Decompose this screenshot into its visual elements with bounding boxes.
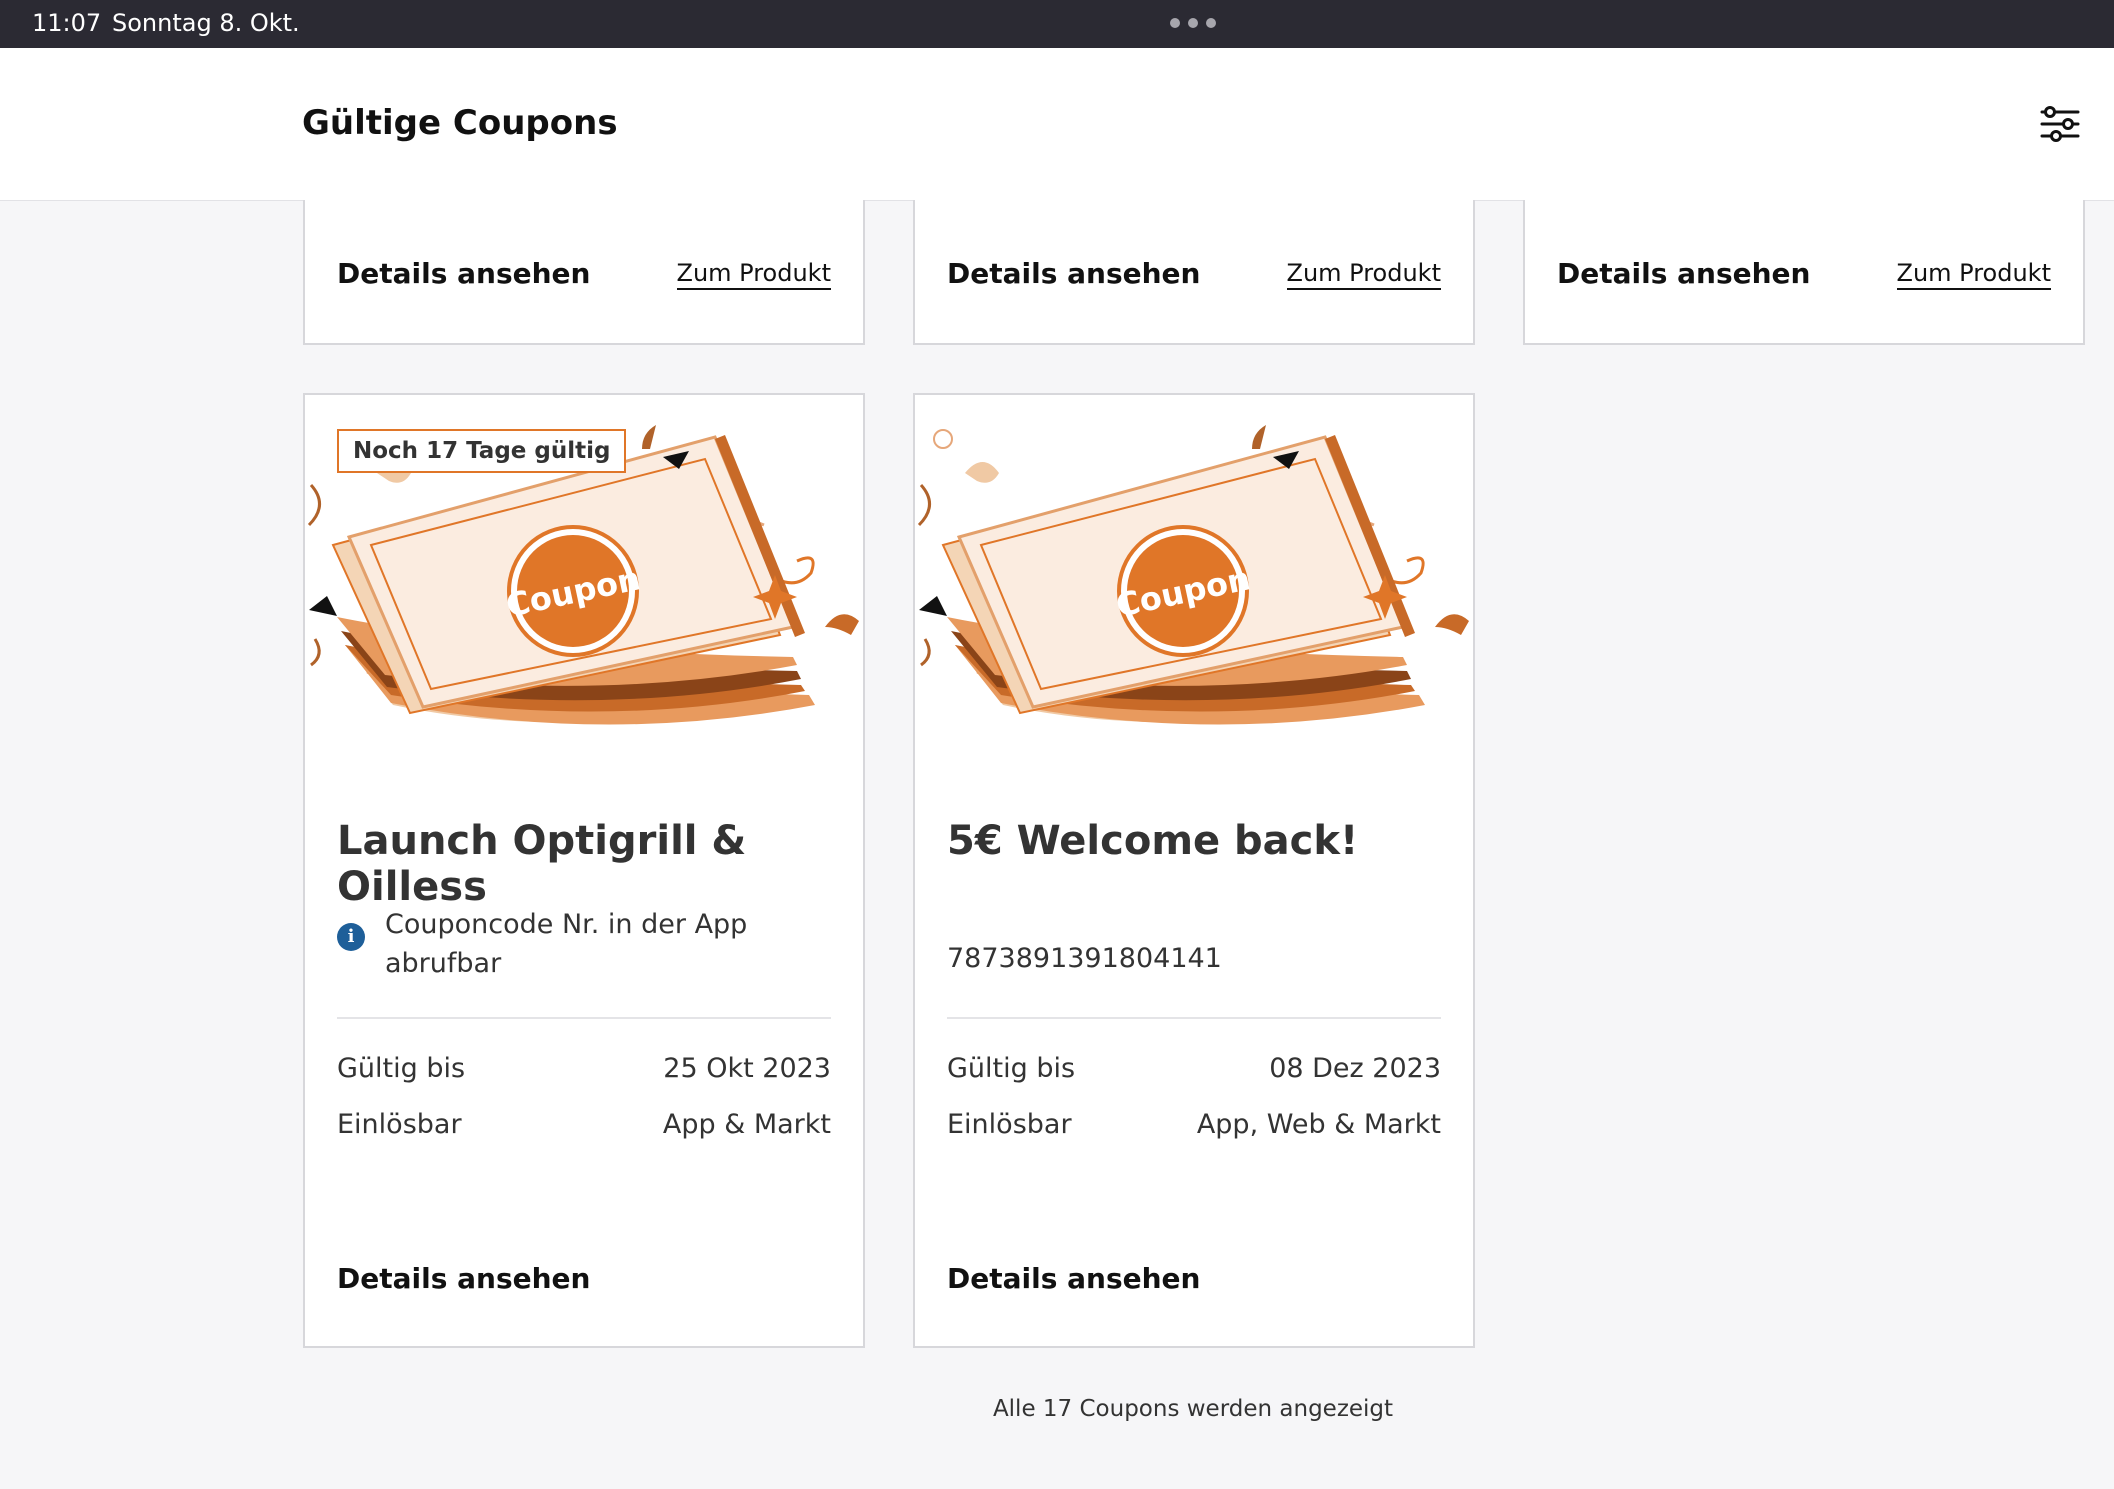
validity-badge: Noch 17 Tage gültig (337, 429, 627, 473)
page-title: Gültige Coupons (302, 103, 618, 143)
info-icon: i (337, 923, 365, 951)
status-bar: 11:07 Sonntag 8. Okt. (0, 0, 2114, 48)
product-link[interactable]: Zum Produkt (1286, 259, 1441, 290)
redeemable-value: App & Markt (662, 1109, 831, 1140)
coupon-card-partial: Details ansehen Zum Produkt (913, 200, 1475, 345)
redeemable-value: App, Web & Markt (1196, 1109, 1441, 1140)
valid-until-value: 08 Dez 2023 (1269, 1053, 1441, 1084)
divider (337, 1017, 831, 1019)
valid-until-label: Gültig bis (947, 1053, 1076, 1084)
coupon-illustration: Coupon (917, 425, 1469, 725)
status-time: 11:07 (32, 9, 102, 37)
multitasking-dots-icon[interactable] (1170, 18, 1216, 28)
divider (947, 1017, 1441, 1019)
coupon-card[interactable]: Coupon Noch 17 Tage gültig Launch Optigr… (303, 393, 865, 1348)
details-link[interactable]: Details ansehen (337, 257, 590, 290)
details-link[interactable]: Details ansehen (947, 1262, 1200, 1295)
product-link[interactable]: Zum Produkt (1896, 259, 2051, 290)
info-text: Couponcode Nr. in der App abrufbar (385, 909, 748, 979)
coupon-card[interactable]: Coupon 5€ Welcome back! 7873891391804141… (913, 393, 1475, 1348)
redeemable-label: Einlösbar (947, 1109, 1072, 1140)
page-header: Gültige Coupons (0, 48, 2114, 201)
coupon-code: 7873891391804141 (947, 943, 1222, 974)
status-date: Sonntag 8. Okt. (112, 9, 300, 37)
product-link[interactable]: Zum Produkt (676, 259, 831, 290)
valid-until-label: Gültig bis (337, 1053, 466, 1084)
coupon-card-partial: Details ansehen Zum Produkt (303, 200, 865, 345)
sliders-icon[interactable] (2038, 104, 2082, 144)
coupon-count-text: Alle 17 Coupons werden angezeigt (992, 1396, 1394, 1422)
valid-until-value: 25 Okt 2023 (663, 1053, 831, 1084)
redeemable-label: Einlösbar (337, 1109, 462, 1140)
details-link[interactable]: Details ansehen (1557, 257, 1810, 290)
coupon-title: 5€ Welcome back! (947, 818, 1359, 864)
details-link[interactable]: Details ansehen (337, 1262, 590, 1295)
details-link[interactable]: Details ansehen (947, 257, 1200, 290)
coupon-card-partial: Details ansehen Zum Produkt (1523, 200, 2085, 345)
coupon-title: Launch Optigrill & Oilless (337, 818, 747, 910)
